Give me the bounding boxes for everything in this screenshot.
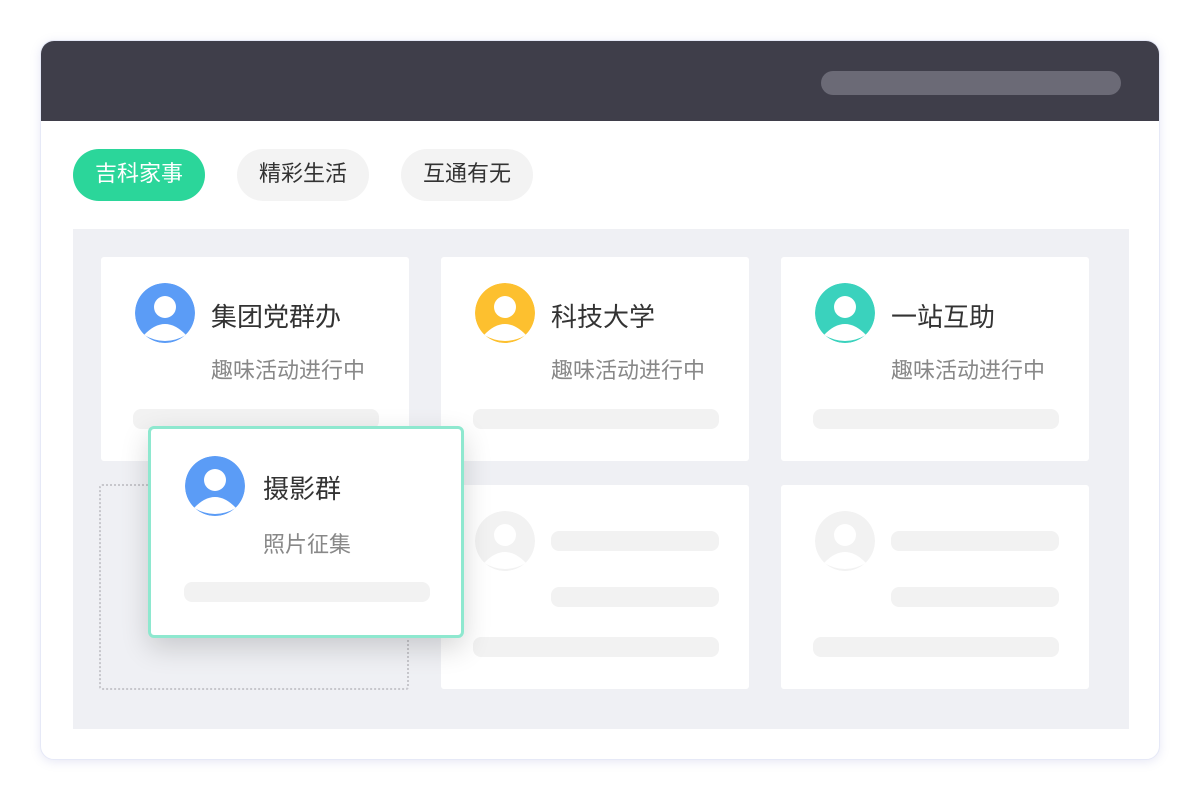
placeholder-bar [813, 409, 1059, 429]
user-icon [815, 283, 875, 343]
placeholder-bar [891, 531, 1059, 551]
user-icon [135, 283, 195, 343]
skeleton-card [441, 485, 749, 689]
card-subtitle: 趣味活动进行中 [551, 359, 706, 384]
tab-jingcai-shenghuo[interactable]: 精彩生活 [237, 149, 370, 201]
card-subtitle: 趣味活动进行中 [891, 359, 1046, 384]
user-icon [185, 456, 245, 516]
placeholder-bar [551, 531, 719, 551]
tab-jike-jiashi[interactable]: 吉科家事 [73, 149, 206, 201]
title-bar [41, 41, 1159, 121]
placeholder-bar [813, 637, 1059, 657]
user-icon [815, 511, 875, 571]
placeholder-bar [891, 587, 1059, 607]
card-subtitle: 趣味活动进行中 [211, 359, 366, 384]
card-title: 一站互助 [891, 303, 996, 333]
address-bar[interactable] [821, 71, 1121, 95]
card-title: 科技大学 [551, 303, 656, 333]
group-card[interactable]: 科技大学 趣味活动进行中 [441, 257, 749, 461]
tab-hutong-youwu[interactable]: 互通有无 [401, 149, 534, 201]
card-title: 摄影群 [263, 475, 342, 505]
dragging-card[interactable]: 摄影群 照片征集 [148, 426, 464, 638]
placeholder-bar [473, 409, 719, 429]
user-icon [475, 283, 535, 343]
skeleton-card [781, 485, 1089, 689]
card-subtitle: 照片征集 [263, 533, 352, 558]
card-title: 集团党群办 [211, 303, 342, 333]
placeholder-bar [551, 587, 719, 607]
placeholder-bar [184, 582, 430, 602]
placeholder-bar [473, 637, 719, 657]
user-icon [475, 511, 535, 571]
group-card[interactable]: 一站互助 趣味活动进行中 [781, 257, 1089, 461]
